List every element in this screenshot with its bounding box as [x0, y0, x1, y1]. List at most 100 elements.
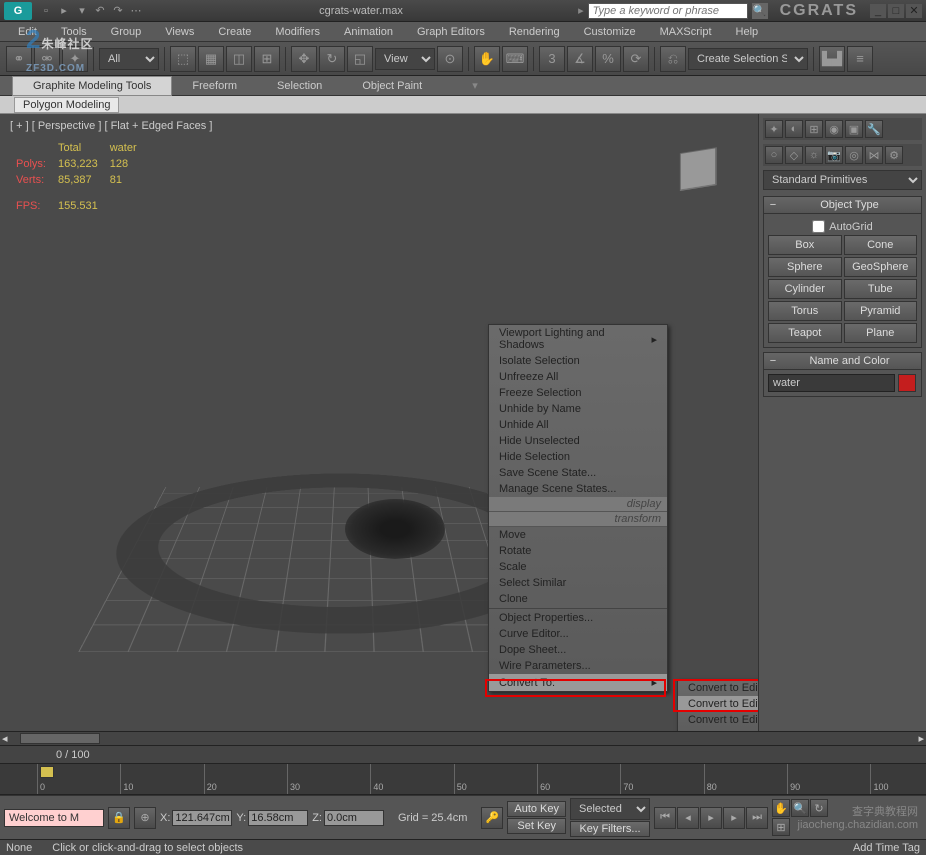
named-sets-icon[interactable]: ⎌: [660, 46, 686, 72]
goto-start-icon[interactable]: ⏮: [654, 807, 676, 829]
save-icon[interactable]: ▾: [74, 3, 90, 19]
create-tab-icon[interactable]: ✦: [765, 120, 783, 138]
menu-views[interactable]: Views: [155, 24, 204, 40]
primitive-category-dropdown[interactable]: Standard Primitives: [763, 170, 922, 190]
add-time-tag[interactable]: Add Time Tag: [853, 842, 920, 854]
align-icon[interactable]: ≡: [847, 46, 873, 72]
helpers-icon[interactable]: ◎: [845, 146, 863, 164]
percent-snap-icon[interactable]: %: [595, 46, 621, 72]
menu-manage-states[interactable]: Manage Scene States...: [489, 481, 667, 497]
menu-rendering[interactable]: Rendering: [499, 24, 570, 40]
autogrid-checkbox[interactable]: [812, 220, 825, 233]
menu-group[interactable]: Group: [101, 24, 152, 40]
window-crossing-icon[interactable]: ⊞: [254, 46, 280, 72]
ribbon-expand-icon[interactable]: ▾: [472, 79, 478, 92]
hierarchy-tab-icon[interactable]: ⊞: [805, 120, 823, 138]
modify-tab-icon[interactable]: ◐: [785, 120, 803, 138]
ribbon-tab-freeform[interactable]: Freeform: [172, 77, 257, 95]
shapes-icon[interactable]: ◇: [785, 146, 803, 164]
menu-modifiers[interactable]: Modifiers: [265, 24, 330, 40]
menu-unhide-name[interactable]: Unhide by Name: [489, 401, 667, 417]
menu-freeze-selection[interactable]: Freeze Selection: [489, 385, 667, 401]
move-icon[interactable]: ✥: [291, 46, 317, 72]
select-icon[interactable]: ⬚: [170, 46, 196, 72]
selection-set-dropdown[interactable]: Create Selection Set: [688, 48, 808, 70]
x-coord-input[interactable]: [172, 810, 232, 826]
menu-select-similar[interactable]: Select Similar: [489, 575, 667, 591]
menu-rotate[interactable]: Rotate: [489, 543, 667, 559]
keymode-dropdown[interactable]: Selected: [570, 798, 650, 820]
menu-unhide-all[interactable]: Unhide All: [489, 417, 667, 433]
goto-end-icon[interactable]: ⏭: [746, 807, 768, 829]
menu-animation[interactable]: Animation: [334, 24, 403, 40]
menu-wire-params[interactable]: Wire Parameters...: [489, 658, 667, 674]
scale-icon[interactable]: ◱: [347, 46, 373, 72]
menu-curve-editor[interactable]: Curve Editor...: [489, 626, 667, 642]
convert-editable-mesh[interactable]: Convert to Editable Mesh: [678, 680, 758, 696]
menu-clone[interactable]: Clone: [489, 591, 667, 607]
plane-button[interactable]: Plane: [844, 323, 918, 343]
select-name-icon[interactable]: ▦: [198, 46, 224, 72]
menu-convert-to[interactable]: Convert To:▸: [489, 674, 667, 691]
viewcube[interactable]: [668, 139, 728, 199]
menu-hide-selection[interactable]: Hide Selection: [489, 449, 667, 465]
teapot-button[interactable]: Teapot: [768, 323, 842, 343]
center-object[interactable]: [345, 499, 445, 559]
keyfilters-button[interactable]: Key Filters...: [570, 821, 650, 837]
geometry-icon[interactable]: ○: [765, 146, 783, 164]
menu-move[interactable]: Move: [489, 527, 667, 543]
cylinder-button[interactable]: Cylinder: [768, 279, 842, 299]
angle-snap-icon[interactable]: ∡: [567, 46, 593, 72]
autokey-button[interactable]: Auto Key: [507, 801, 566, 817]
prev-frame-icon[interactable]: ◂: [677, 807, 699, 829]
collapse-icon[interactable]: −: [766, 199, 780, 211]
spacewarps-icon[interactable]: ⋈: [865, 146, 883, 164]
coord-icon[interactable]: ⊕: [134, 807, 156, 829]
cone-button[interactable]: Cone: [844, 235, 918, 255]
nav-pan-icon[interactable]: ✋: [772, 799, 790, 817]
search-icon[interactable]: 🔍: [752, 3, 768, 19]
cameras-icon[interactable]: 📷: [825, 146, 843, 164]
z-coord-input[interactable]: [324, 810, 384, 826]
help-search-input[interactable]: [588, 3, 748, 19]
pivot-icon[interactable]: ⊙: [437, 46, 463, 72]
object-color-swatch[interactable]: [898, 374, 916, 392]
pyramid-button[interactable]: Pyramid: [844, 301, 918, 321]
menu-object-properties[interactable]: Object Properties...: [489, 610, 667, 626]
manipulate-icon[interactable]: ✋: [474, 46, 500, 72]
select-region-icon[interactable]: ◫: [226, 46, 252, 72]
snap-icon[interactable]: 3: [539, 46, 565, 72]
close-icon[interactable]: ✕: [906, 4, 922, 18]
menu-unfreeze-all[interactable]: Unfreeze All: [489, 369, 667, 385]
utilities-tab-icon[interactable]: 🔧: [865, 120, 883, 138]
spinner-snap-icon[interactable]: ⟳: [623, 46, 649, 72]
scrollbar-thumb[interactable]: [20, 733, 100, 744]
setkey-button[interactable]: Set Key: [507, 818, 566, 834]
menu-hide-unselected[interactable]: Hide Unselected: [489, 433, 667, 449]
viewport-label[interactable]: [ + ] [ Perspective ] [ Flat + Edged Fac…: [10, 120, 212, 132]
key-icon[interactable]: 🔑: [481, 807, 503, 829]
menu-dope-sheet[interactable]: Dope Sheet...: [489, 642, 667, 658]
systems-icon[interactable]: ⚙: [885, 146, 903, 164]
app-icon[interactable]: G: [4, 2, 32, 20]
maximize-icon[interactable]: □: [888, 4, 904, 18]
ribbon-tab-graphite[interactable]: Graphite Modeling Tools: [12, 76, 172, 96]
menu-create[interactable]: Create: [208, 24, 261, 40]
minimize-icon[interactable]: _: [870, 4, 886, 18]
selection-filter-dropdown[interactable]: All: [99, 48, 159, 70]
undo-icon[interactable]: ↶: [92, 3, 108, 19]
lights-icon[interactable]: ☼: [805, 146, 823, 164]
menu-customize[interactable]: Customize: [574, 24, 646, 40]
menu-graph-editors[interactable]: Graph Editors: [407, 24, 495, 40]
keyboard-icon[interactable]: ⌨: [502, 46, 528, 72]
convert-editable-poly[interactable]: Convert to Editable Poly: [678, 696, 758, 712]
object-name-input[interactable]: [768, 374, 895, 392]
next-frame-icon[interactable]: ▸: [723, 807, 745, 829]
ref-coord-dropdown[interactable]: View: [375, 48, 435, 70]
tube-button[interactable]: Tube: [844, 279, 918, 299]
arrow-icon[interactable]: ▸: [578, 4, 584, 17]
play-icon[interactable]: ▸: [700, 807, 722, 829]
menu-isolate[interactable]: Isolate Selection: [489, 353, 667, 369]
convert-editable-patch[interactable]: Convert to Editable Patch: [678, 712, 758, 728]
mirror-icon[interactable]: ▙▟: [819, 46, 845, 72]
